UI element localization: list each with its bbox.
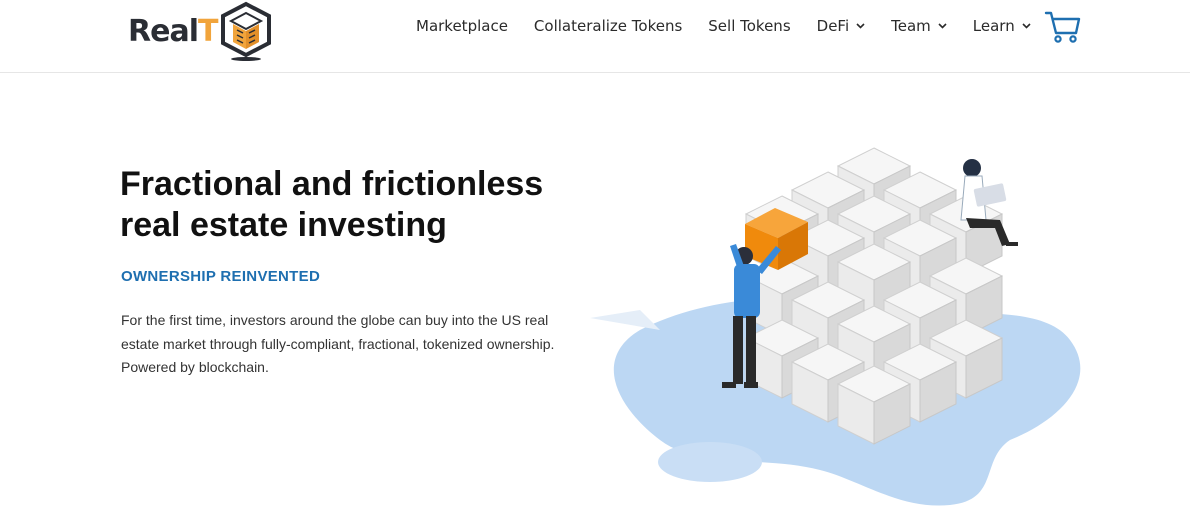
hero-illustration <box>590 147 1081 506</box>
chevron-down-icon <box>1022 23 1031 29</box>
nav-sell-tokens[interactable]: Sell Tokens <box>708 17 790 35</box>
logo-wordmark: RealT <box>128 13 218 49</box>
realt-logo[interactable]: RealT <box>128 0 273 62</box>
chevron-down-icon <box>938 23 947 29</box>
nav-collateralize-tokens[interactable]: Collateralize Tokens <box>534 17 682 35</box>
nav-team-label: Team <box>891 17 931 35</box>
nav-collateralize-label: Collateralize Tokens <box>533 17 683 35</box>
hero-subtitle: OWNERSHIP REINVENTED <box>121 268 321 285</box>
nav-sell-tokens-label: Sell Tokens <box>708 17 791 35</box>
main-nav: Marketplace Collateralize Tokens Sell To… <box>416 14 1057 38</box>
cart-icon[interactable] <box>1044 10 1082 44</box>
blob-shadow <box>658 442 762 482</box>
nav-learn-label: Learn <box>972 17 1015 35</box>
nav-defi-label: DeFi <box>816 17 850 35</box>
nav-learn-dropdown[interactable]: Learn <box>973 17 1031 35</box>
site-header: RealT Marketplace Collateralize Tokens S… <box>0 0 1190 73</box>
chevron-down-icon <box>856 23 865 29</box>
logo-building-icon <box>221 1 272 61</box>
hero-description: For the first time, investors around the… <box>121 312 555 375</box>
nav-marketplace-label: Marketplace <box>416 17 508 35</box>
nav-defi-dropdown[interactable]: DeFi <box>817 17 865 35</box>
hero-title: Fractional and frictionless real estate … <box>120 165 544 244</box>
nav-team-dropdown[interactable]: Team <box>891 17 947 35</box>
nav-marketplace[interactable]: Marketplace <box>416 17 508 35</box>
